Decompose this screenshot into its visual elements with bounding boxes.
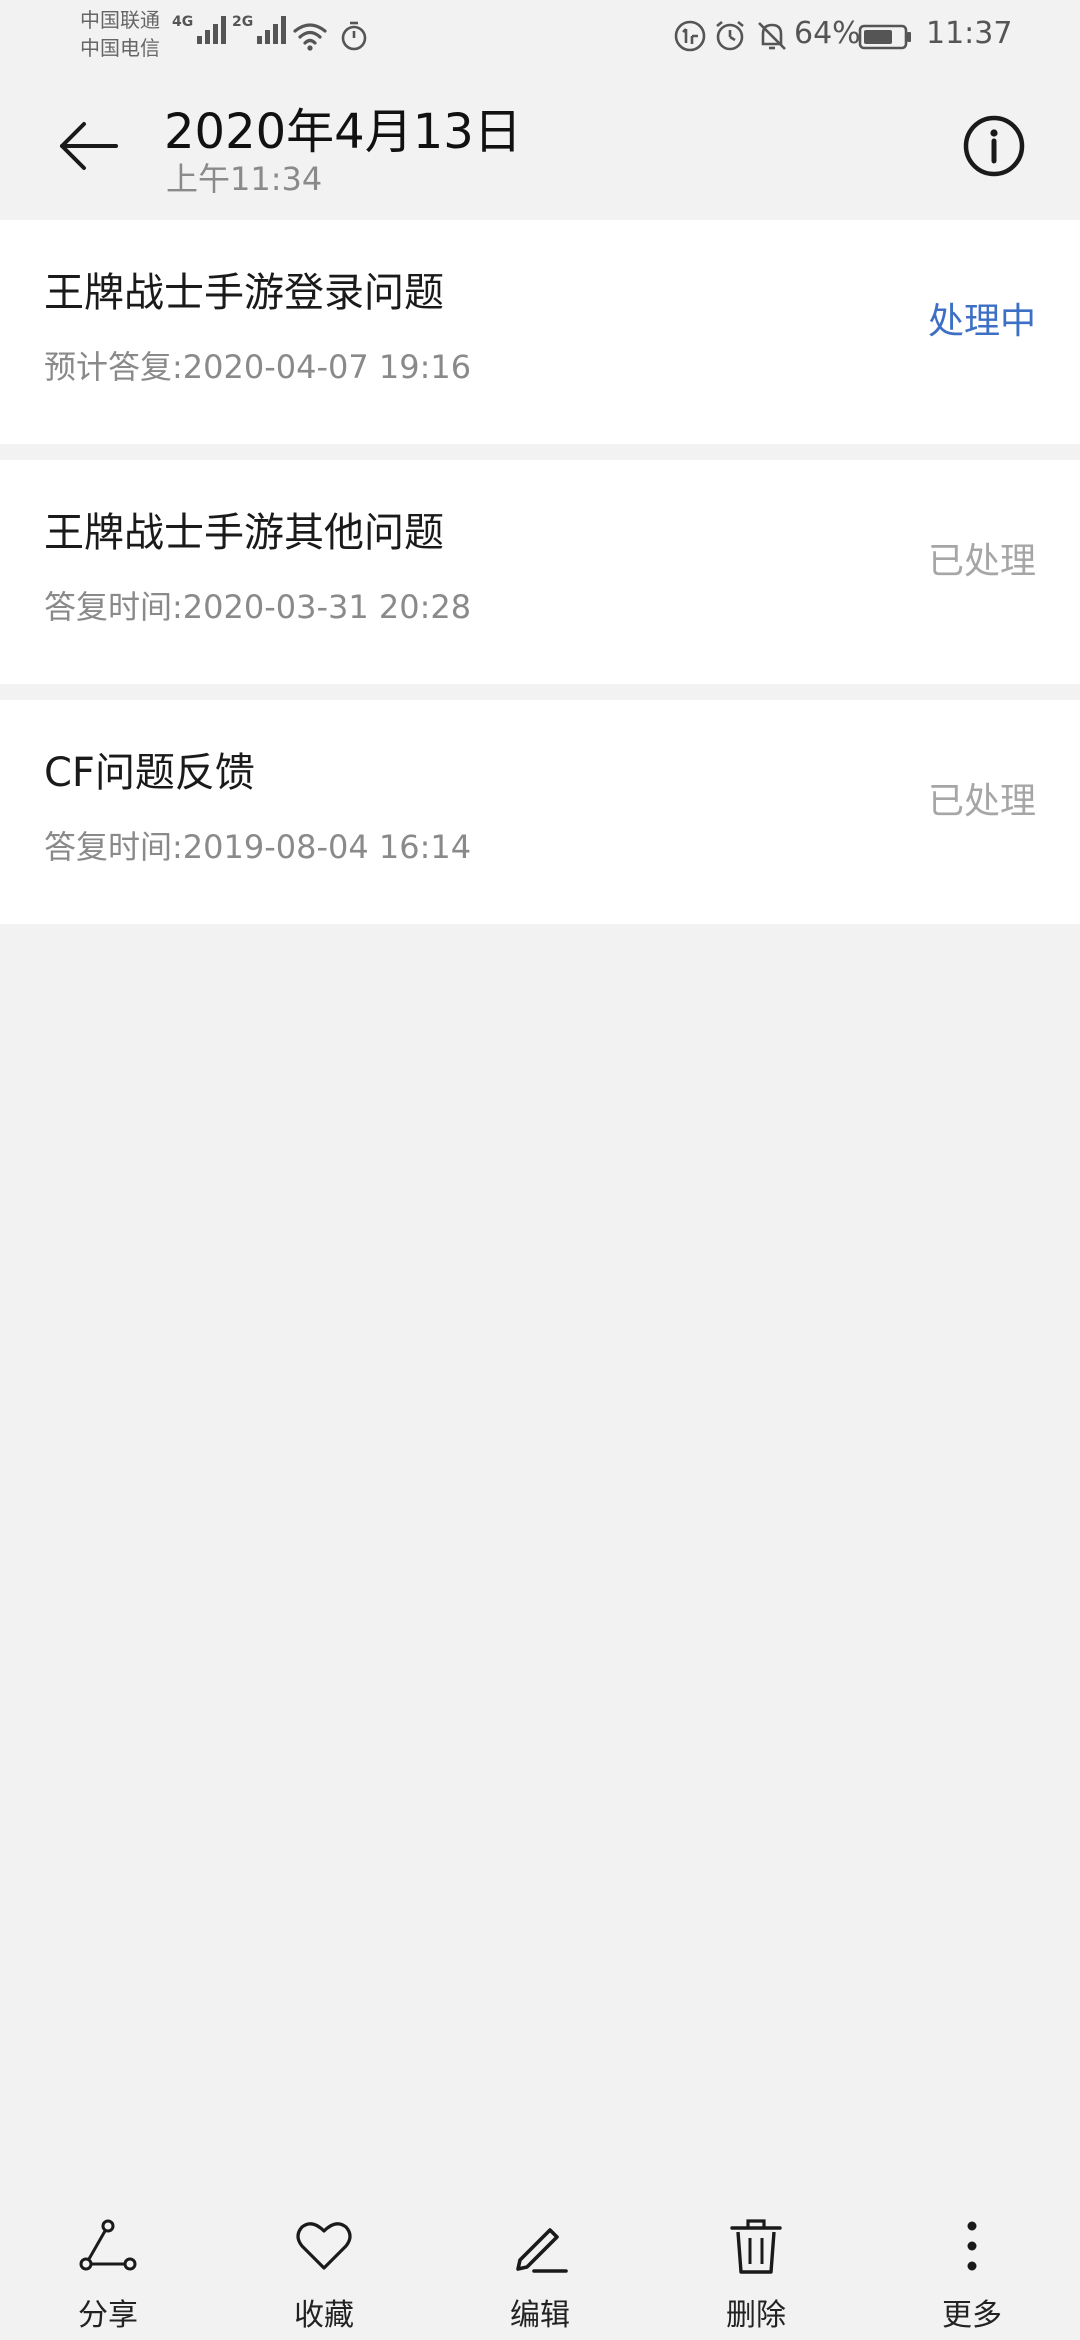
item-title: 王牌战士手游其他问题 (44, 510, 444, 556)
battery-icon (858, 24, 911, 50)
title-bar: 2020年4月13日 上午11:34 (0, 72, 1080, 218)
bell-off-icon (758, 22, 786, 50)
battery-percent: 64% (794, 16, 861, 51)
list-item[interactable]: CF问题反馈 答复时间:2019-08-04 16:14 已处理 (0, 700, 1080, 924)
info-icon[interactable] (956, 108, 1032, 184)
status-badge: 已处理 (927, 541, 1036, 582)
stopwatch-icon (341, 21, 367, 51)
carrier-labels: 中国联通 中国电信 (80, 6, 160, 62)
pencil-icon (516, 2228, 568, 2273)
bottom-toolbar: 分享 收藏 编辑 删除 更多 (0, 2190, 1080, 2340)
carrier-2-label: 中国电信 (80, 36, 160, 60)
carrier-1-label: 中国联通 (80, 8, 160, 32)
data-saver-icon (674, 20, 706, 52)
signal-1-icon: 4G (172, 14, 227, 44)
back-arrow-icon[interactable] (50, 108, 126, 184)
heart-icon (296, 2222, 352, 2270)
page-subtitle: 上午11:34 (166, 160, 323, 198)
network-type-2: 2G (232, 14, 254, 30)
network-type-1: 4G (172, 14, 194, 30)
list-item[interactable]: 王牌战士手游其他问题 答复时间:2020-03-31 20:28 已处理 (0, 460, 1080, 684)
delete-label: 删除 (726, 2298, 786, 2333)
screen: 中国联通 中国电信 4G 2G 64% 11:37 2020年4月13日 上午1… (0, 0, 1080, 2340)
alarm-icon (716, 20, 744, 51)
share-icon (79, 2219, 137, 2271)
more-vertical-icon (967, 2221, 977, 2271)
list-item[interactable]: 王牌战士手游登录问题 预计答复:2020-04-07 19:16 处理中 (0, 220, 1080, 444)
clock: 11:37 (926, 16, 1013, 51)
item-subtitle: 答复时间:2020-03-31 20:28 (44, 588, 472, 626)
more-button[interactable]: 更多 (892, 2190, 1052, 2340)
delete-button[interactable]: 删除 (676, 2190, 836, 2340)
trash-icon (730, 2219, 782, 2274)
share-label: 分享 (78, 2298, 138, 2333)
page-title: 2020年4月13日 (164, 104, 522, 160)
share-button[interactable]: 分享 (28, 2190, 188, 2340)
feedback-list: 王牌战士手游登录问题 预计答复:2020-04-07 19:16 处理中 王牌战… (0, 220, 1080, 940)
edit-button[interactable]: 编辑 (460, 2190, 620, 2340)
item-subtitle: 预计答复:2020-04-07 19:16 (44, 348, 472, 386)
item-title: CF问题反馈 (44, 750, 255, 796)
wifi-icon (293, 23, 327, 51)
favorite-label: 收藏 (294, 2298, 354, 2333)
item-title: 王牌战士手游登录问题 (44, 270, 444, 316)
more-label: 更多 (942, 2298, 1002, 2333)
status-bar: 中国联通 中国电信 4G 2G 64% 11:37 (0, 0, 1080, 72)
signal-2-icon: 2G (232, 14, 287, 44)
status-badge: 处理中 (927, 301, 1036, 342)
favorite-button[interactable]: 收藏 (244, 2190, 404, 2340)
item-subtitle: 答复时间:2019-08-04 16:14 (44, 828, 472, 866)
edit-label: 编辑 (510, 2298, 570, 2333)
status-badge: 已处理 (927, 781, 1036, 822)
